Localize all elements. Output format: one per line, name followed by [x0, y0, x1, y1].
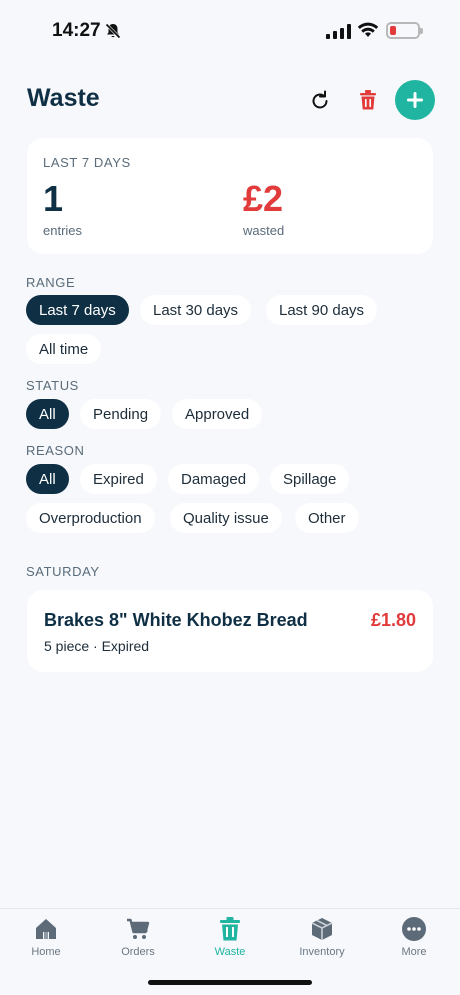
- delete-button[interactable]: [354, 86, 382, 114]
- reason-chip-overproduction[interactable]: Overproduction: [26, 503, 155, 533]
- home-indicator: [148, 980, 312, 985]
- tab-waste[interactable]: Waste: [184, 915, 276, 958]
- tab-home-label: Home: [31, 946, 61, 958]
- reason-chip-quality-issue[interactable]: Quality issue: [170, 503, 282, 533]
- battery-icon: [386, 22, 423, 39]
- bell-off-icon: [104, 22, 122, 45]
- status-section-label: STATUS: [26, 378, 79, 393]
- range-chip-last-30-days[interactable]: Last 30 days: [140, 295, 252, 325]
- reason-chip-all[interactable]: All: [26, 464, 69, 494]
- entries-label: entries: [43, 223, 83, 238]
- add-waste-button[interactable]: [395, 80, 435, 120]
- tab-orders[interactable]: Orders: [92, 915, 184, 958]
- box-icon: [308, 915, 336, 943]
- status-chip-pending[interactable]: Pending: [80, 399, 162, 429]
- trash-icon: [360, 90, 376, 110]
- cart-icon: [124, 915, 152, 943]
- reason-section-label: REASON: [26, 443, 85, 458]
- status-chip-all[interactable]: All: [26, 399, 69, 429]
- home-icon: [32, 915, 60, 943]
- reason-chip-other[interactable]: Other: [295, 503, 359, 533]
- refresh-icon: [312, 90, 328, 109]
- status-bar: 14:27: [0, 0, 460, 62]
- status-time: 14:27: [52, 20, 101, 41]
- summary-card: LAST 7 DAYS 1 entries £2 wasted: [27, 138, 433, 254]
- reason-chip-damaged[interactable]: Damaged: [168, 464, 260, 494]
- entries-count: 1: [43, 178, 64, 219]
- summary-period-label: LAST 7 DAYS: [43, 155, 131, 170]
- signal-icon: [326, 24, 351, 39]
- more-icon: [400, 915, 428, 943]
- tab-more-label: More: [401, 946, 427, 958]
- tab-home[interactable]: Home: [0, 915, 92, 958]
- tab-orders-label: Orders: [121, 946, 155, 958]
- tab-inventory-label: Inventory: [299, 946, 345, 958]
- entry-meta: 5 piece · Expired: [44, 638, 150, 654]
- plus-icon: [407, 92, 423, 108]
- refresh-button[interactable]: [306, 86, 334, 114]
- tab-more[interactable]: More: [368, 915, 460, 958]
- status-chip-approved[interactable]: Approved: [172, 399, 263, 429]
- wasted-label: wasted: [243, 223, 285, 238]
- page-title: Waste: [27, 84, 100, 112]
- tab-waste-label: Waste: [214, 946, 246, 958]
- tab-inventory[interactable]: Inventory: [276, 915, 368, 958]
- range-section-label: RANGE: [26, 275, 76, 290]
- wasted-amount: £2: [243, 178, 284, 219]
- reason-chip-expired[interactable]: Expired: [80, 464, 157, 494]
- entry-item-name: Brakes 8" White Khobez Bread: [44, 610, 308, 630]
- range-chip-last-90-days[interactable]: Last 90 days: [266, 295, 378, 325]
- range-chip-all-time[interactable]: All time: [26, 334, 102, 364]
- trash-icon: [216, 915, 244, 943]
- wifi-icon: [357, 21, 379, 43]
- day-group-label: SATURDAY: [26, 564, 100, 579]
- waste-entry-card[interactable]: Brakes 8" White Khobez Bread £1.80 5 pie…: [27, 590, 433, 672]
- reason-chip-spillage[interactable]: Spillage: [270, 464, 350, 494]
- entry-amount: £1.80: [370, 610, 416, 630]
- range-chip-last-7-days[interactable]: Last 7 days: [26, 295, 129, 325]
